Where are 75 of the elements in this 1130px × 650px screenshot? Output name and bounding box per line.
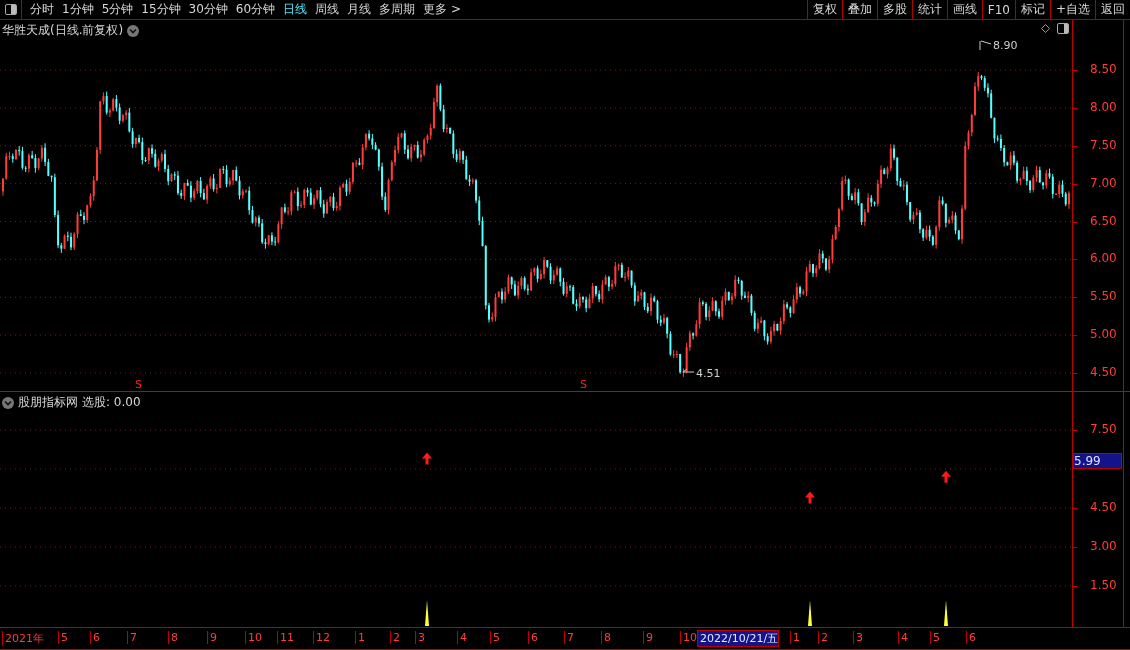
high-marker-line: [979, 40, 992, 51]
price-axis-label: 8.50: [1090, 62, 1117, 76]
date-axis-label: 12: [313, 631, 330, 644]
diamond-icon[interactable]: [1041, 24, 1050, 33]
cursor-date-label: 2022/10/21/五: [697, 630, 780, 647]
indicator-axis-label: 7.50: [1090, 422, 1117, 436]
period-tab[interactable]: 5分钟: [97, 0, 138, 19]
up-arrow-icon: [805, 491, 815, 504]
price-axis-label: 4.50: [1090, 365, 1117, 379]
date-axis-label: 8: [168, 631, 178, 644]
date-axis-label: 6: [966, 631, 976, 644]
date-axis-label: 4: [457, 631, 467, 644]
date-axis-label: 8: [601, 631, 611, 644]
period-tab[interactable]: 分时: [26, 0, 58, 19]
toolbar-button[interactable]: 画线: [946, 0, 982, 19]
period-tab[interactable]: 60分钟: [231, 0, 280, 19]
date-axis-label: 2: [390, 631, 400, 644]
price-axis-label: 6.50: [1090, 213, 1117, 228]
toolbar-button[interactable]: 多股: [876, 0, 912, 19]
indicator-axis-label: 4.50: [1090, 500, 1117, 514]
price-axis-label: 5.00: [1090, 327, 1117, 342]
period-tab[interactable]: 多周期: [375, 0, 420, 19]
toolbar-button[interactable]: F10: [981, 0, 1015, 19]
indicator-reading: 选股: 0.00: [82, 394, 141, 411]
date-axis-label: 9: [643, 631, 653, 644]
low-marker-line: [682, 368, 695, 373]
price-axis-label: 8.00: [1090, 99, 1117, 114]
date-axis-label: 9: [207, 631, 217, 644]
price-axis-label: 6.00: [1090, 251, 1117, 266]
indicator-axis-label: 1.50: [1090, 578, 1117, 592]
toolbar-button[interactable]: 标记: [1014, 0, 1050, 19]
date-axis-label: 2021年: [2, 631, 44, 646]
date-axis-label: 3: [415, 631, 425, 644]
price-axis-label: 7.50: [1090, 137, 1117, 152]
period-tab[interactable]: 月线: [343, 0, 376, 19]
period-tab[interactable]: 15分钟: [137, 0, 185, 19]
date-axis-label: 6: [528, 631, 538, 644]
toolbar-button[interactable]: 叠加: [841, 0, 877, 19]
period-tab[interactable]: 周线: [311, 0, 344, 19]
date-axis-label: 1: [355, 631, 365, 644]
dropdown-icon[interactable]: [2, 396, 14, 409]
date-axis-label: 7: [564, 631, 574, 644]
cursor-value-label: 5.99: [1073, 453, 1122, 469]
toolbar-button[interactable]: 统计: [911, 0, 947, 19]
date-axis-label: 4: [898, 631, 908, 644]
dropdown-icon[interactable]: [127, 24, 140, 37]
date-axis-label: 5: [930, 631, 940, 644]
date-axis-label: 2: [818, 631, 828, 644]
date-axis-label: 11: [277, 631, 294, 644]
period-tab[interactable]: 30分钟: [184, 0, 232, 19]
low-price-label: 4.51: [696, 367, 721, 380]
indicator-axis-label: 3.00: [1090, 539, 1117, 553]
date-axis-label: 1: [790, 631, 800, 644]
indicator-name: 股朋指标网: [18, 394, 78, 411]
date-axis-label: 5: [490, 631, 500, 644]
toolbar-button[interactable]: +自选: [1049, 0, 1095, 19]
toolbar-button[interactable]: 复权: [806, 0, 842, 19]
period-tab[interactable]: 日线: [279, 0, 312, 19]
high-price-label: 8.90: [993, 39, 1018, 52]
up-arrow-icon: [422, 452, 432, 465]
date-axis-label: 10: [245, 631, 262, 644]
chart-title: 华胜天成(日线.前复权): [2, 22, 124, 39]
sell-signal-mark: S: [580, 378, 587, 391]
date-axis-label: 7: [127, 631, 137, 644]
toolbar-button[interactable]: 返回: [1095, 0, 1130, 19]
price-axis-label: 7.00: [1090, 175, 1117, 190]
panel-toggle-icon[interactable]: [1056, 21, 1070, 36]
sell-signal-mark: S: [135, 378, 142, 391]
period-tab[interactable]: 1分钟: [58, 0, 98, 19]
date-axis-label: 6: [90, 631, 100, 644]
date-axis-label: 3: [853, 631, 863, 644]
period-tab[interactable]: 更多 >: [419, 0, 465, 19]
date-axis-label: 5: [58, 631, 68, 644]
up-arrow-icon: [941, 470, 951, 483]
price-axis-label: 5.50: [1090, 289, 1117, 304]
